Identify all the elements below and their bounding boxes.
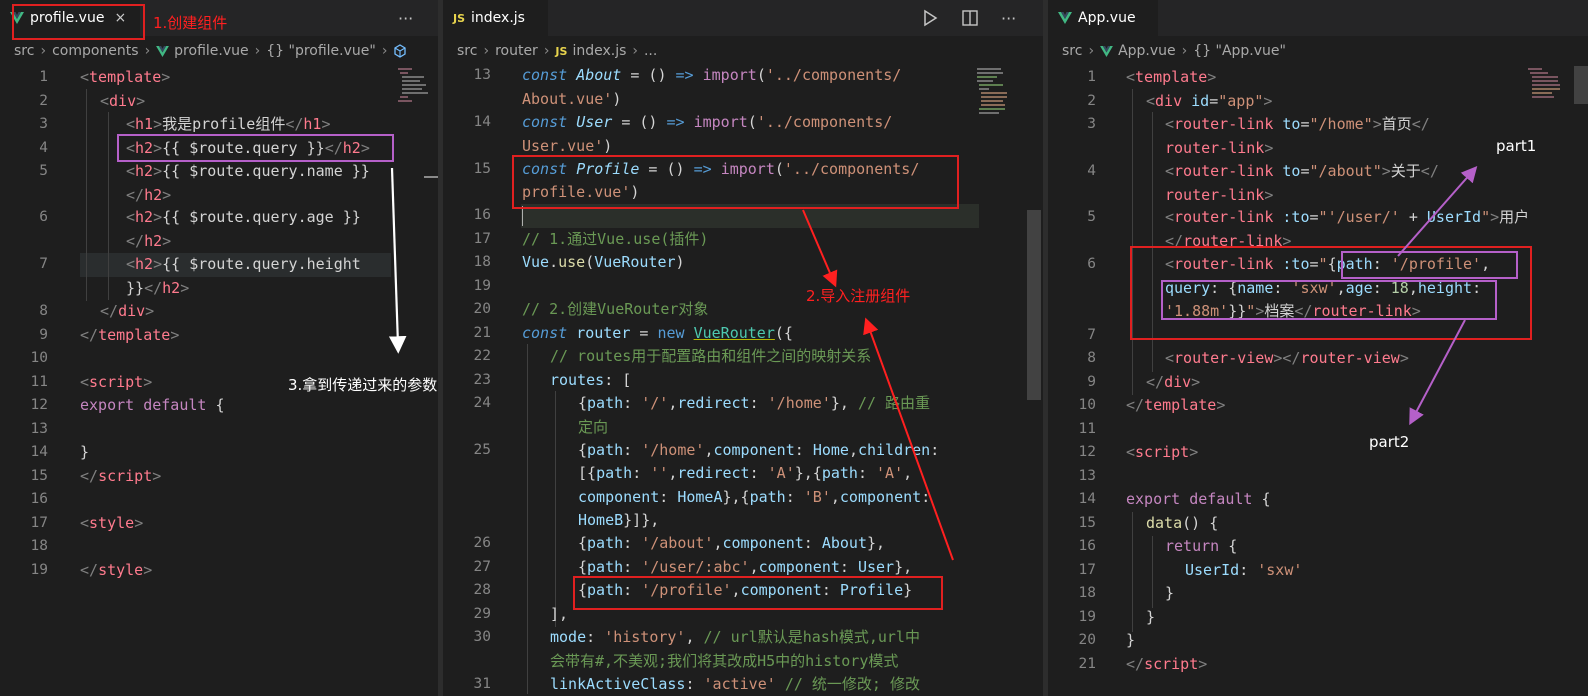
annotation-arrows [388,165,1478,561]
arrow-part2 [1409,319,1466,426]
arrow-step2-a [802,209,838,288]
arrow-step3 [388,167,407,354]
arrow-part1 [1397,165,1478,257]
arrow-step2-b [863,317,954,561]
